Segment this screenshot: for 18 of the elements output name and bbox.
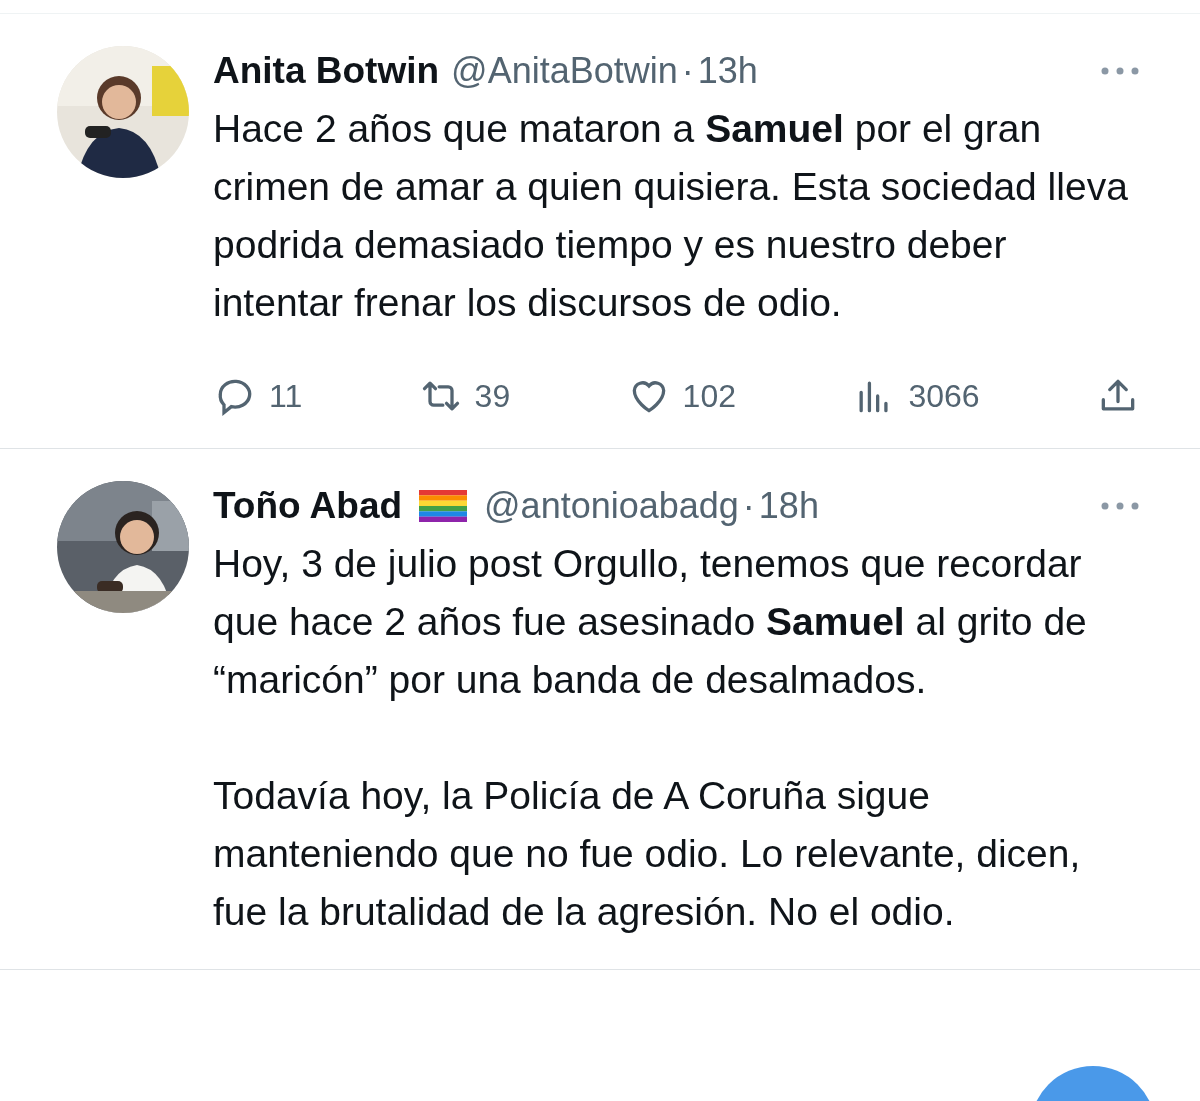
like-count: 102 — [682, 377, 736, 416]
author-handle[interactable]: @AnitaBotwin — [451, 44, 678, 98]
more-icon[interactable] — [1100, 501, 1140, 511]
separator: · — [742, 484, 755, 528]
author-name[interactable]: Toño Abad — [213, 478, 403, 534]
view-count: 3066 — [908, 377, 980, 416]
tweet-text: Hoy, 3 de julio post Orgullo, tenemos que recordar que hace 2 años fue asesinado Samuel al grito de “maricón” por una banda de desalmados. — [213, 541, 1088, 703]
author-name[interactable]: Anita Botwin — [213, 43, 440, 99]
repost-count: 39 — [474, 377, 511, 416]
timestamp[interactable]: 13h — [697, 44, 758, 98]
author-handle[interactable]: @antonioabadg — [484, 479, 739, 533]
tweet-text: Hace 2 años que mataron a Samuel por el gran crimen de amar a quien quisiera. Esta sociedad lleva podrida demasiado tiempo y es nuestro deber intentar frenar los discursos de odio. — [213, 106, 1129, 326]
rainbow-flag-icon — [418, 490, 469, 522]
reply-count: 11 — [269, 377, 303, 416]
more-icon[interactable] — [1100, 66, 1140, 76]
tweet-text: Todavía hoy, la Policía de A Coruña sigue manteniendo que no fue odio. Lo relevante, dicen, fue la brutalidad de la agresión. No el odio. — [213, 773, 1082, 935]
timestamp[interactable]: 18h — [758, 479, 819, 533]
separator: · — [681, 49, 694, 93]
